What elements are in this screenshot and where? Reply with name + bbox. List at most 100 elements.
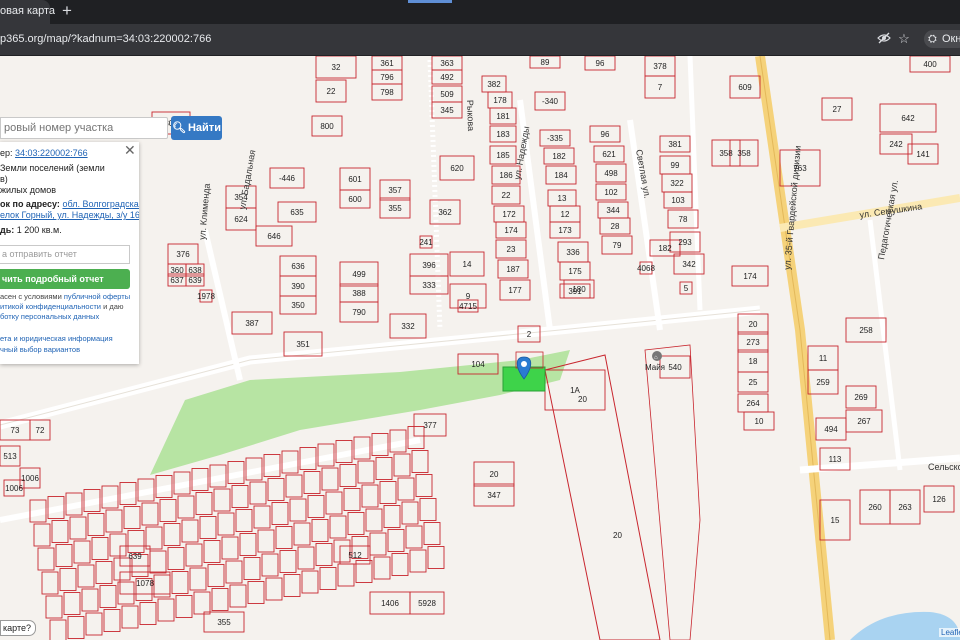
plot[interactable] (243, 557, 261, 580)
plot[interactable] (401, 501, 419, 525)
plot[interactable] (149, 550, 167, 574)
plot[interactable] (51, 520, 69, 543)
address-bar[interactable]: p365.org/map/?kadnum=34:03:220002:766 ☆ … (0, 24, 960, 56)
plot[interactable] (163, 523, 181, 546)
plot[interactable] (409, 549, 427, 573)
star-icon[interactable]: ☆ (896, 31, 912, 47)
plot[interactable] (77, 564, 95, 588)
plot[interactable] (271, 502, 289, 525)
plot[interactable] (407, 426, 425, 449)
plot[interactable] (63, 592, 81, 615)
legal-info-link[interactable]: ета и юридическая информация (0, 334, 113, 343)
plot[interactable] (247, 581, 265, 604)
plot[interactable] (393, 453, 411, 477)
plot[interactable] (85, 612, 103, 636)
plot[interactable] (217, 512, 235, 536)
plot[interactable] (213, 488, 231, 512)
plot[interactable] (59, 568, 77, 591)
email-field[interactable]: а отправить отчет (0, 245, 130, 264)
plot[interactable] (109, 533, 127, 557)
plot[interactable] (167, 547, 185, 570)
plot[interactable] (91, 537, 109, 560)
plot[interactable] (283, 574, 301, 597)
plot[interactable] (379, 481, 397, 504)
plot[interactable] (411, 450, 429, 473)
plot[interactable] (293, 522, 311, 546)
leaflet-attribution[interactable]: Leaflet (939, 628, 960, 637)
close-icon[interactable]: ✕ (124, 142, 136, 159)
address-link-2[interactable]: елок Горный, ул. Надежды, з/у 16 (0, 210, 139, 220)
address-link-1[interactable]: обл. Волгоградская, г (62, 199, 139, 209)
plot[interactable] (257, 529, 275, 553)
plot[interactable] (81, 588, 99, 612)
plot[interactable] (127, 530, 145, 553)
plot[interactable] (123, 506, 141, 529)
plot[interactable] (365, 508, 383, 532)
plot[interactable] (279, 550, 297, 573)
plot[interactable] (235, 509, 253, 532)
plot[interactable] (99, 585, 117, 608)
plot[interactable] (265, 577, 283, 601)
plot[interactable] (307, 495, 325, 518)
plot[interactable] (177, 495, 195, 519)
plot[interactable] (249, 481, 267, 505)
map-svg[interactable]: 3617967983634925093453821781811831851862… (0, 56, 960, 640)
plot[interactable] (373, 556, 391, 580)
plot[interactable] (387, 529, 405, 552)
plot[interactable] (391, 553, 409, 576)
plot[interactable] (121, 605, 139, 629)
plot[interactable] (41, 571, 59, 595)
plot[interactable] (325, 491, 343, 515)
plot[interactable] (321, 467, 339, 491)
plot[interactable] (375, 457, 393, 480)
eye-off-icon[interactable] (876, 31, 892, 47)
plot[interactable] (319, 567, 337, 590)
plot[interactable] (289, 498, 307, 522)
plot[interactable] (383, 505, 401, 528)
plot[interactable] (343, 488, 361, 511)
plot-large-right[interactable] (644, 344, 701, 640)
plot[interactable] (67, 616, 85, 639)
plot[interactable] (303, 471, 321, 494)
plot[interactable] (73, 540, 91, 564)
plot[interactable] (337, 563, 355, 587)
search-input[interactable] (0, 117, 168, 139)
plot[interactable] (369, 532, 387, 556)
plot[interactable] (95, 561, 113, 584)
plot[interactable] (193, 591, 211, 615)
profile-button[interactable]: Окн (924, 30, 960, 48)
privacy-link[interactable]: итикой конфиденциальности (0, 302, 101, 311)
plot[interactable] (357, 460, 375, 484)
plot[interactable] (405, 525, 423, 549)
plot[interactable] (171, 571, 189, 594)
plot[interactable] (339, 464, 357, 487)
plot[interactable] (159, 499, 177, 522)
plot[interactable] (231, 485, 249, 508)
plot[interactable] (211, 588, 229, 611)
plot[interactable] (229, 584, 247, 608)
plot[interactable] (297, 546, 315, 570)
plot[interactable] (361, 484, 379, 508)
plot[interactable] (113, 557, 131, 581)
plot[interactable] (157, 598, 175, 622)
plot[interactable] (253, 505, 271, 529)
plot[interactable] (301, 570, 319, 594)
plot[interactable] (207, 564, 225, 587)
poi-maya-icon[interactable]: ⌂ (652, 351, 662, 361)
plot[interactable] (267, 478, 285, 501)
plot[interactable] (69, 516, 87, 540)
new-tab-button[interactable]: + (62, 1, 72, 21)
url-text[interactable]: p365.org/map/?kadnum=34:03:220002:766 (0, 33, 211, 45)
plot[interactable] (285, 474, 303, 498)
plot[interactable] (49, 619, 67, 640)
plot[interactable] (221, 536, 239, 560)
plot[interactable] (139, 602, 157, 625)
plot-large-20[interactable] (544, 354, 661, 640)
cadastral-number-link[interactable]: 34:03:220002:766 (15, 148, 88, 158)
plots-layer[interactable] (0, 56, 955, 640)
plot[interactable] (397, 477, 415, 501)
plot[interactable] (175, 595, 193, 618)
plot[interactable] (55, 544, 73, 567)
browser-tab[interactable]: овая карта (0, 0, 55, 24)
plot[interactable] (185, 543, 203, 567)
